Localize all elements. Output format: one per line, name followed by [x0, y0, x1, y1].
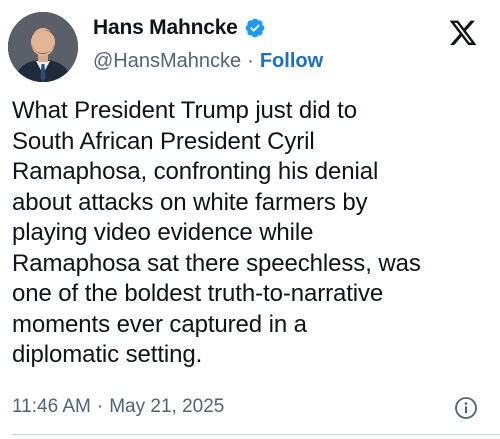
- tweet-date[interactable]: May 21, 2025: [109, 396, 224, 418]
- bottom-divider: [12, 434, 500, 435]
- verified-badge-icon: [244, 17, 266, 39]
- follow-button[interactable]: Follow: [260, 50, 323, 73]
- tweet-card: Hans Mahncke @HansMahncke · Follow What …: [0, 0, 500, 439]
- author-display-name[interactable]: Hans Mahncke: [93, 16, 238, 40]
- x-logo-icon[interactable]: [448, 20, 478, 48]
- author-handle[interactable]: @HansMahncke: [93, 50, 241, 73]
- tweet-meta: 11:46 AM · May 21, 2025: [12, 396, 224, 418]
- avatar[interactable]: [8, 12, 78, 82]
- tweet-time[interactable]: 11:46 AM: [12, 396, 91, 418]
- author-name-row: Hans Mahncke: [93, 14, 323, 42]
- author-block: Hans Mahncke @HansMahncke · Follow: [93, 14, 323, 74]
- avatar-photo: [8, 12, 78, 82]
- author-handle-row: @HansMahncke · Follow: [93, 48, 323, 74]
- info-icon[interactable]: [454, 396, 478, 420]
- handle-separator: ·: [247, 49, 254, 72]
- tweet-text: What President Trump just did to South A…: [12, 97, 421, 368]
- meta-separator: ·: [96, 396, 104, 417]
